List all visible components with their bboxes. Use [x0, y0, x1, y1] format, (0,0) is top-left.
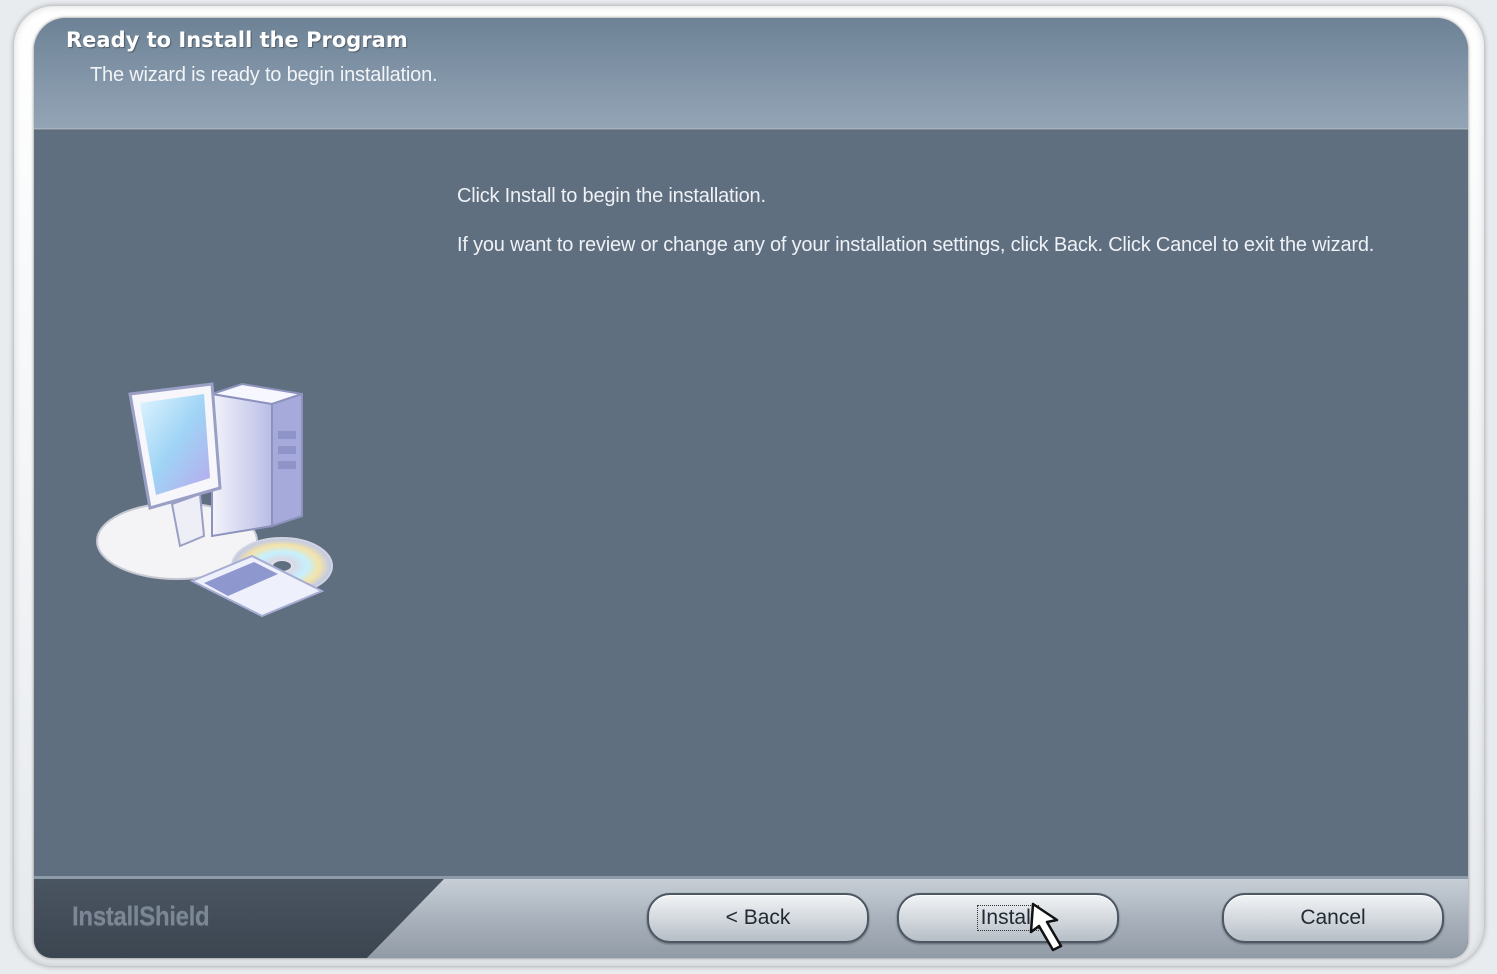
cancel-button[interactable]: Cancel: [1222, 893, 1444, 943]
wizard-content: Click Install to begin the installation.…: [34, 131, 1468, 876]
page-subtitle: The wizard is ready to begin installatio…: [90, 64, 438, 86]
help-text: If you want to review or change any of y…: [457, 234, 1375, 256]
installer-window: Ready to Install the Program The wizard …: [34, 18, 1468, 958]
back-button[interactable]: < Back: [647, 893, 869, 943]
page-title: Ready to Install the Program: [66, 28, 408, 52]
wizard-footer: InstallShield < Back Install Cancel: [34, 876, 1468, 958]
mouse-pointer-icon: [1029, 902, 1063, 952]
computer-cd-icon: [96, 382, 333, 618]
instruction-text: Click Install to begin the installation.: [457, 185, 766, 207]
cancel-button-label: Cancel: [1300, 906, 1366, 929]
back-button-label: < Back: [725, 906, 791, 929]
installshield-logo: InstallShield: [72, 901, 210, 931]
wizard-header: Ready to Install the Program The wizard …: [34, 18, 1468, 130]
